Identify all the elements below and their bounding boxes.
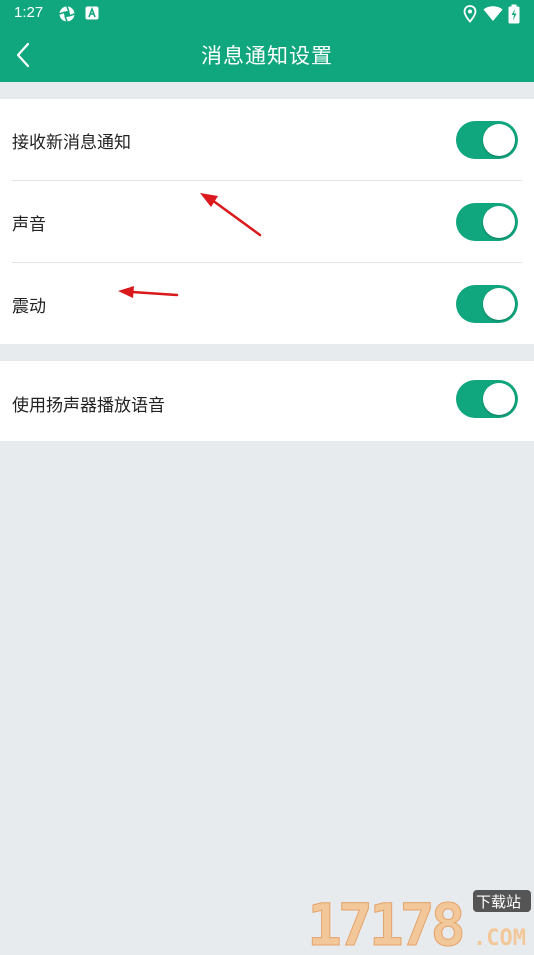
setting-row-vibration[interactable]: 震动 (0, 263, 534, 344)
status-bar: 1:27 (0, 0, 534, 28)
toggle-knob (483, 124, 515, 156)
toggle-knob (483, 206, 515, 238)
site-watermark: 17178 下载站 .COM (305, 885, 534, 955)
battery-charging-icon (508, 4, 520, 24)
svg-text:下载站: 下载站 (476, 893, 521, 911)
location-icon (463, 5, 477, 23)
wifi-icon (483, 6, 503, 21)
svg-text:17178: 17178 (307, 891, 463, 951)
sound-toggle[interactable] (456, 203, 518, 241)
page-title: 消息通知设置 (201, 44, 333, 68)
setting-label: 声音 (12, 215, 46, 235)
setting-row-speaker-playback[interactable]: 使用扬声器播放语音 (0, 361, 534, 441)
setting-label: 使用扬声器播放语音 (12, 396, 165, 416)
app-bar: 消息通知设置 (0, 28, 534, 82)
svg-text:.COM: .COM (473, 926, 526, 951)
speaker-toggle[interactable] (456, 380, 518, 418)
new-message-toggle[interactable] (456, 121, 518, 159)
setting-label: 接收新消息通知 (12, 133, 131, 153)
notification-a-icon (85, 6, 99, 20)
camera-aperture-icon (59, 6, 75, 22)
toggle-knob (483, 288, 515, 320)
setting-row-new-message-notification[interactable]: 接收新消息通知 (0, 99, 534, 181)
toggle-knob (483, 383, 515, 415)
setting-label: 震动 (12, 297, 46, 317)
watermark-logo: 17178 下载站 .COM (307, 890, 531, 955)
setting-row-sound[interactable]: 声音 (0, 181, 534, 263)
notification-settings-group: 接收新消息通知 声音 震动 (0, 99, 534, 344)
vibration-toggle[interactable] (456, 285, 518, 323)
status-time: 1:27 (14, 4, 44, 21)
speaker-settings-group: 使用扬声器播放语音 (0, 361, 534, 441)
